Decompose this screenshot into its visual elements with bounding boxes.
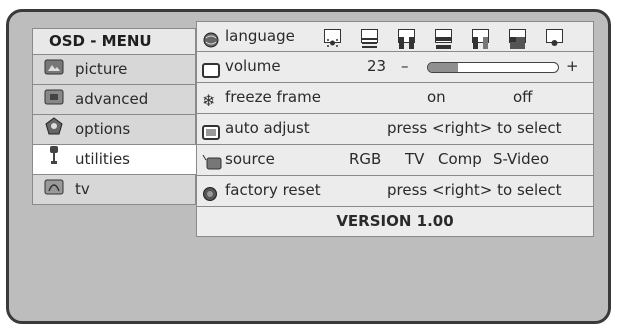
language-row[interactable]: language [196, 21, 594, 52]
sidebar-item-label: options [75, 120, 131, 138]
sidebar-item-utilities[interactable]: utilities [32, 145, 197, 175]
globe-icon [202, 29, 220, 48]
source-option-rgb[interactable]: RGB [349, 145, 381, 174]
volume-row[interactable]: volume 23 – + [196, 52, 594, 83]
freeze-off-option[interactable]: off [513, 83, 533, 112]
settings-panel: language volume 23 – + ❄ freeze frame on… [196, 21, 594, 237]
osd-menu-title: OSD - MENU [32, 28, 196, 55]
flag-1-icon[interactable] [324, 29, 341, 47]
sidebar-item-advanced[interactable]: advanced [32, 85, 196, 115]
tv-icon [43, 176, 65, 204]
sidebar-item-label: advanced [75, 90, 149, 108]
flag-6-icon[interactable] [509, 29, 526, 49]
volume-plus[interactable]: + [566, 52, 579, 81]
language-label: language [225, 27, 295, 45]
source-icon [202, 152, 222, 170]
flag-2-icon[interactable] [361, 29, 378, 48]
factory-reset-hint: press <right> to select [387, 181, 562, 199]
options-icon [43, 116, 65, 144]
volume-icon [202, 59, 220, 78]
sidebar-item-tv[interactable]: tv [32, 175, 196, 205]
advanced-icon [43, 86, 65, 114]
sidebar-item-options[interactable]: options [32, 115, 196, 145]
freeze-frame-label: freeze frame [225, 88, 321, 106]
volume-slider-fill [428, 63, 458, 72]
flag-5-icon[interactable] [472, 29, 489, 49]
sidebar-item-label: utilities [75, 150, 130, 168]
source-option-comp[interactable]: Comp [438, 145, 482, 174]
sidebar-item-label: tv [75, 180, 90, 198]
auto-adjust-hint: press <right> to select [387, 119, 562, 137]
source-label: source [225, 150, 275, 168]
source-option-s-video[interactable]: S-Video [493, 145, 549, 174]
flag-3-icon[interactable] [398, 29, 415, 49]
source-row[interactable]: source RGB TV Comp S-Video [196, 145, 594, 176]
factory-reset-label: factory reset [225, 181, 321, 199]
volume-slider[interactable] [427, 62, 559, 73]
reset-icon [202, 183, 220, 201]
auto-adjust-icon [202, 121, 220, 140]
factory-reset-row[interactable]: factory reset press <right> to select [196, 176, 594, 207]
flag-7-icon[interactable] [546, 29, 563, 46]
snowflake-icon: ❄ [202, 90, 220, 110]
volume-value: 23 [367, 57, 387, 75]
volume-label: volume [225, 57, 281, 75]
flag-4-icon[interactable] [435, 29, 452, 49]
freeze-on-option[interactable]: on [427, 83, 446, 112]
sidebar-item-picture[interactable]: picture [32, 55, 196, 85]
utilities-icon [43, 145, 65, 174]
volume-minus[interactable]: – [401, 52, 409, 81]
version-label: VERSION 1.00 [196, 207, 594, 237]
freeze-frame-row[interactable]: ❄ freeze frame on off [196, 83, 594, 114]
sidebar-item-label: picture [75, 60, 128, 78]
osd-sidebar: OSD - MENU picture advanced options util… [32, 28, 197, 208]
auto-adjust-row[interactable]: auto adjust press <right> to select [196, 114, 594, 145]
auto-adjust-label: auto adjust [225, 119, 310, 137]
svg-text:❄: ❄ [202, 91, 215, 109]
source-option-tv[interactable]: TV [405, 145, 424, 174]
picture-icon [43, 56, 65, 84]
